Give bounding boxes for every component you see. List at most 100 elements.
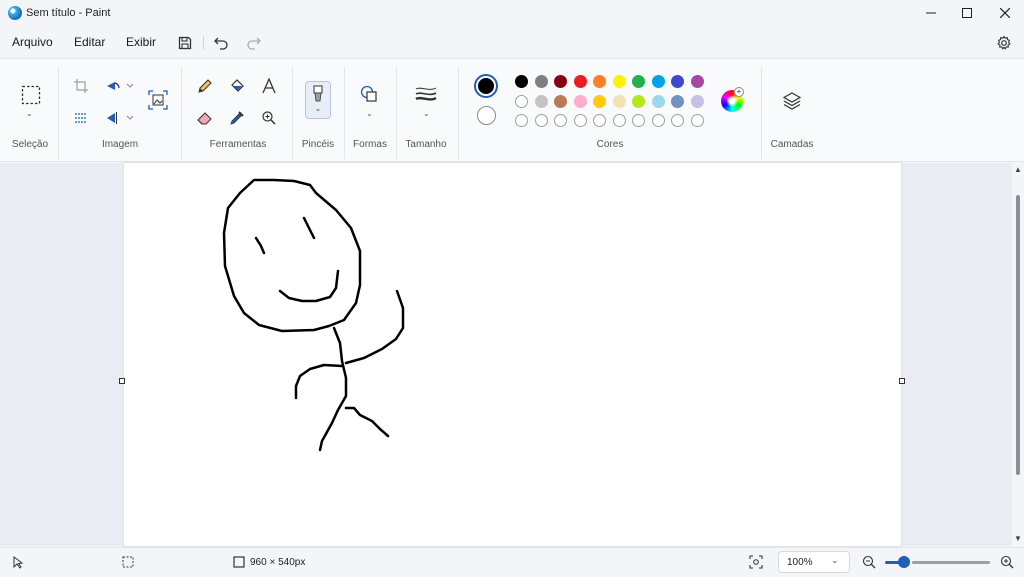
menu-view[interactable]: Exibir	[126, 35, 156, 49]
custom-color-slot[interactable]	[573, 114, 587, 127]
custom-color-slot[interactable]	[534, 114, 548, 127]
color-swatch[interactable]	[593, 75, 606, 88]
resize-icon	[75, 113, 87, 123]
resize-button[interactable]	[70, 107, 92, 129]
size-dropdown-chevron-icon[interactable]: ⌄	[423, 109, 430, 118]
custom-color-slot[interactable]	[651, 114, 665, 127]
fit-to-window-button[interactable]	[749, 555, 763, 572]
drawing-canvas[interactable]	[124, 163, 901, 546]
custom-color-slot[interactable]	[632, 114, 645, 127]
color-palette	[515, 75, 707, 131]
color-swatch[interactable]	[534, 75, 548, 88]
menu-bar: Arquivo Editar Exibir	[0, 28, 1024, 56]
custom-color-slot[interactable]	[554, 114, 567, 127]
zoom-in-button[interactable]	[1000, 555, 1014, 572]
custom-color-slot[interactable]	[612, 114, 626, 127]
color-picker-tool-button[interactable]	[226, 107, 248, 129]
group-separator	[458, 67, 459, 159]
maximize-button[interactable]	[948, 0, 986, 26]
custom-color-slot[interactable]	[593, 114, 606, 127]
leg-stroke	[344, 406, 390, 438]
close-icon	[1000, 8, 1010, 18]
color-swatch[interactable]	[651, 75, 665, 88]
minimize-button[interactable]	[912, 0, 950, 26]
color-swatch[interactable]	[554, 94, 567, 108]
group-separator	[761, 67, 762, 159]
group-label-layers: Camadas	[770, 139, 814, 150]
redo-icon	[247, 37, 261, 50]
brushes-button[interactable]: ⌄	[305, 81, 331, 119]
select-tool-button[interactable]	[19, 83, 43, 107]
color-swatch[interactable]	[632, 75, 645, 88]
scrollbar-thumb[interactable]	[1016, 195, 1020, 475]
menu-file[interactable]: Arquivo	[12, 35, 53, 49]
zoom-slider-thumb[interactable]	[898, 556, 910, 568]
text-tool-button[interactable]	[258, 75, 280, 97]
zoom-level-dropdown[interactable]: 100% ⌄	[778, 551, 850, 573]
color-swatch[interactable]	[671, 75, 684, 88]
canvas-size-text: 960 × 540px	[250, 557, 306, 568]
canvas-size-icon	[233, 556, 245, 571]
zoom-out-button[interactable]	[862, 555, 876, 572]
pencil-tool-button[interactable]	[194, 75, 216, 97]
color-swatch[interactable]	[573, 94, 587, 108]
right-arm-stroke	[344, 289, 405, 365]
size-button[interactable]	[414, 83, 438, 105]
flip-button[interactable]	[102, 107, 136, 129]
menu-edit[interactable]: Editar	[74, 35, 105, 49]
secondary-color-button[interactable]	[477, 106, 496, 125]
color-swatch[interactable]	[690, 75, 704, 88]
color-swatch[interactable]	[593, 94, 606, 108]
color-swatch[interactable]	[690, 94, 704, 108]
image-properties-button[interactable]	[147, 89, 169, 111]
color-swatch[interactable]	[515, 94, 528, 108]
line-thickness-icon	[415, 87, 437, 101]
color-swatch[interactable]	[554, 75, 567, 88]
paint-bucket-icon	[231, 79, 244, 92]
select-dropdown-chevron-icon[interactable]: ⌄	[26, 109, 33, 118]
group-label-selection: Seleção	[11, 139, 49, 150]
magnifier-icon	[262, 111, 276, 125]
close-button[interactable]	[986, 0, 1024, 26]
zoom-slider-track[interactable]	[912, 561, 990, 564]
settings-button[interactable]	[993, 32, 1015, 54]
shapes-dropdown-chevron-icon[interactable]: ⌄	[366, 109, 373, 118]
color-swatch[interactable]	[573, 75, 587, 88]
scroll-up-arrow-icon[interactable]: ▲	[1014, 165, 1022, 174]
group-label-brushes: Pincéis	[301, 139, 335, 150]
layers-button[interactable]	[781, 90, 803, 112]
fill-tool-button[interactable]	[226, 75, 248, 97]
color-swatch[interactable]	[612, 94, 626, 108]
canvas-resize-handle-right[interactable]	[899, 378, 905, 384]
save-button[interactable]	[174, 32, 196, 54]
shapes-button[interactable]	[358, 83, 380, 105]
layers-icon	[782, 92, 802, 110]
color-swatch[interactable]	[632, 94, 645, 108]
crop-button[interactable]	[70, 75, 92, 97]
edit-colors-button[interactable]: +	[721, 87, 744, 112]
color-swatch[interactable]	[534, 94, 548, 108]
magnifier-tool-button[interactable]	[258, 107, 280, 129]
scroll-down-arrow-icon[interactable]: ▼	[1014, 534, 1022, 543]
eraser-icon	[197, 112, 212, 125]
group-label-image: Imagem	[101, 139, 139, 150]
color-swatch[interactable]	[671, 94, 684, 108]
color-swatch[interactable]	[515, 75, 528, 88]
eraser-tool-button[interactable]	[194, 107, 216, 129]
undo-button[interactable]	[210, 32, 232, 54]
primary-color-button[interactable]	[474, 74, 498, 98]
color-swatch[interactable]	[651, 94, 665, 108]
shapes-icon	[360, 85, 377, 102]
color-swatch[interactable]	[612, 75, 626, 88]
primary-color-swatch	[478, 78, 494, 94]
rectangle-select-icon	[21, 85, 41, 105]
rotate-icon	[107, 82, 133, 90]
custom-color-slot[interactable]	[690, 114, 704, 127]
zoom-in-icon	[1000, 555, 1014, 569]
redo-button[interactable]	[243, 32, 265, 54]
custom-color-slot[interactable]	[515, 114, 528, 127]
group-separator	[292, 67, 293, 159]
rotate-button[interactable]	[102, 75, 136, 97]
custom-color-slot[interactable]	[671, 114, 684, 127]
canvas-resize-handle-left[interactable]	[119, 378, 125, 384]
